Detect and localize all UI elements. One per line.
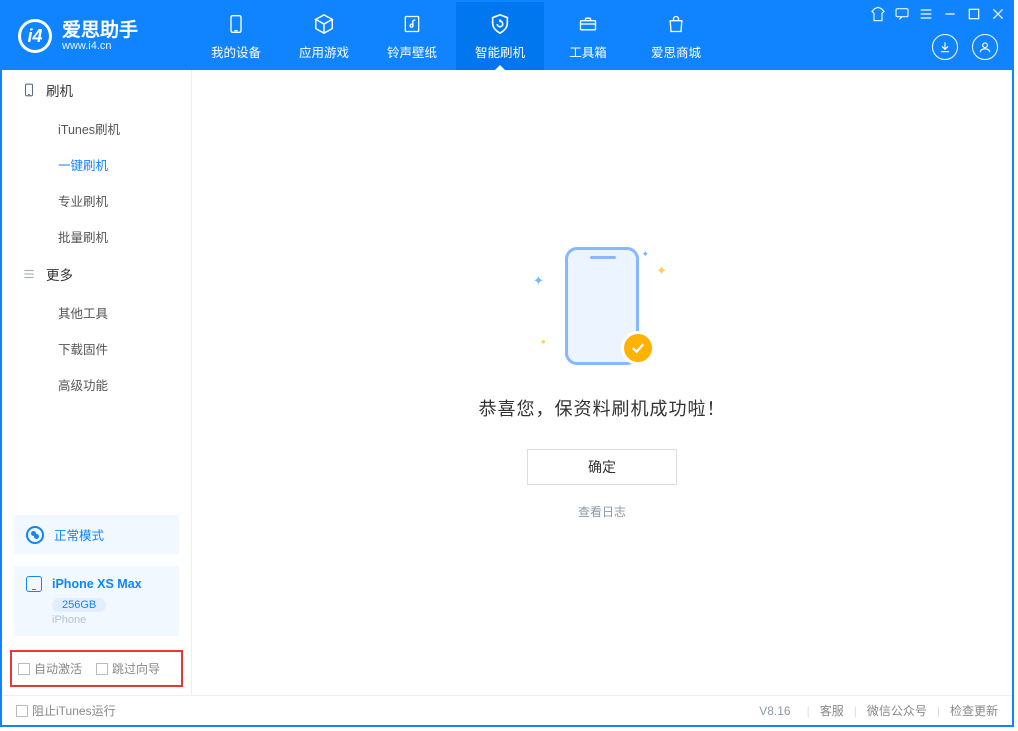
menu-icon[interactable] [918, 6, 934, 22]
minimize-button[interactable] [942, 6, 958, 22]
sidebar-item-pro-flash[interactable]: 专业刷机 [2, 182, 191, 218]
support-link[interactable]: 客服 [820, 702, 844, 719]
titlebar: i4 爱思助手 www.i4.cn 我的设备 应用游戏 铃声壁纸 智能刷机 [2, 2, 1012, 70]
phone-icon [224, 12, 248, 36]
mode-icon [26, 526, 44, 544]
phone-outline-icon [22, 81, 36, 99]
nav-apps-games[interactable]: 应用游戏 [280, 2, 368, 70]
device-name: iPhone XS Max [52, 577, 142, 591]
main-panel: ✦✦•✦ 恭喜您，保资料刷机成功啦！ 确定 查看日志 [192, 70, 1012, 695]
device-mode-label: 正常模式 [54, 525, 104, 544]
close-button[interactable] [990, 6, 1006, 22]
checkbox-skip-guide[interactable]: 跳过向导 [96, 660, 160, 677]
sidebar-group-flash[interactable]: 刷机 [2, 70, 191, 110]
sidebar: 刷机 iTunes刷机 一键刷机 专业刷机 批量刷机 更多 其他工具 下载固件 … [2, 70, 192, 695]
account-button[interactable] [972, 34, 998, 60]
nav-my-device[interactable]: 我的设备 [192, 2, 280, 70]
cube-icon [312, 12, 336, 36]
brand-name: 爱思助手 [62, 21, 138, 40]
feedback-icon[interactable] [894, 6, 910, 22]
view-log-link[interactable]: 查看日志 [578, 503, 626, 520]
success-illustration: ✦✦•✦ [527, 245, 677, 375]
nav-ringtones-wallpapers[interactable]: 铃声壁纸 [368, 2, 456, 70]
success-message: 恭喜您，保资料刷机成功啦！ [479, 395, 726, 421]
check-badge-icon [621, 331, 655, 365]
sidebar-item-advanced[interactable]: 高级功能 [2, 366, 191, 402]
window-controls [870, 6, 1006, 22]
sidebar-group-more[interactable]: 更多 [2, 254, 191, 294]
sidebar-item-batch-flash[interactable]: 批量刷机 [2, 218, 191, 254]
phone-small-icon [26, 576, 42, 592]
device-capacity-badge: 256GB [52, 598, 106, 612]
app-window: i4 爱思助手 www.i4.cn 我的设备 应用游戏 铃声壁纸 智能刷机 [0, 0, 1014, 727]
sidebar-item-itunes-flash[interactable]: iTunes刷机 [2, 110, 191, 146]
sidebar-item-download-firmware[interactable]: 下载固件 [2, 330, 191, 366]
shield-refresh-icon [488, 12, 512, 36]
statusbar: 阻止iTunes运行 V8.16 | 客服 | 微信公众号 | 检查更新 [2, 695, 1012, 725]
brand-logo[interactable]: i4 爱思助手 www.i4.cn [2, 2, 192, 70]
device-card[interactable]: iPhone XS Max 256GB iPhone [14, 566, 179, 636]
maximize-button[interactable] [966, 6, 982, 22]
toolbox-icon [576, 12, 600, 36]
version-label: V8.16 [759, 704, 790, 718]
device-type: iPhone [52, 614, 167, 626]
check-update-link[interactable]: 检查更新 [950, 702, 998, 719]
bag-icon [664, 12, 688, 36]
sidebar-item-other-tools[interactable]: 其他工具 [2, 294, 191, 330]
body: 刷机 iTunes刷机 一键刷机 专业刷机 批量刷机 更多 其他工具 下载固件 … [2, 70, 1012, 695]
downloads-button[interactable] [932, 34, 958, 60]
nav-store[interactable]: 爱思商城 [632, 2, 720, 70]
brand-url: www.i4.cn [62, 40, 138, 52]
list-icon [22, 267, 36, 281]
top-nav: 我的设备 应用游戏 铃声壁纸 智能刷机 工具箱 爱思商城 [192, 2, 720, 70]
logo-icon: i4 [18, 19, 52, 53]
sidebar-item-onekey-flash[interactable]: 一键刷机 [2, 146, 191, 182]
skin-icon[interactable] [870, 6, 886, 22]
checkbox-auto-activate[interactable]: 自动激活 [18, 660, 82, 677]
nav-smart-flash[interactable]: 智能刷机 [456, 2, 544, 70]
ok-button[interactable]: 确定 [527, 449, 677, 485]
nav-toolbox[interactable]: 工具箱 [544, 2, 632, 70]
device-mode-card[interactable]: 正常模式 [14, 515, 179, 554]
wechat-link[interactable]: 微信公众号 [867, 702, 927, 719]
checkbox-block-itunes[interactable]: 阻止iTunes运行 [16, 702, 116, 719]
music-note-icon [400, 12, 424, 36]
header-right-buttons [932, 34, 998, 60]
flash-options-highlight: 自动激活 跳过向导 [10, 650, 183, 687]
